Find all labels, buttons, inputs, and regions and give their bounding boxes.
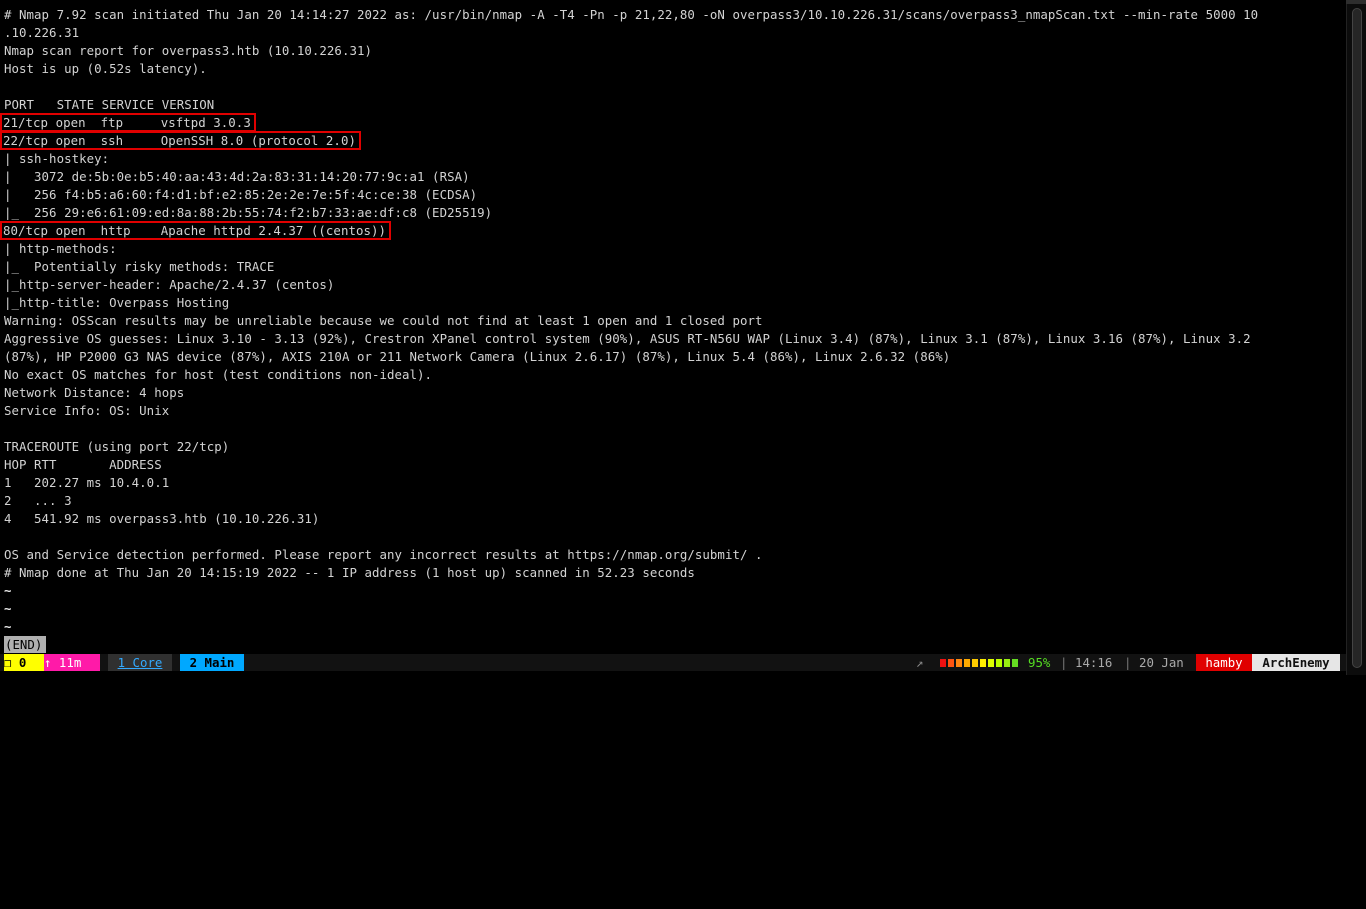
empty-buffer-line: ~ bbox=[4, 600, 1344, 618]
line-text: Nmap scan report for overpass3.htb (10.1… bbox=[4, 43, 372, 58]
battery-cell bbox=[972, 659, 978, 667]
date: 20 Jan bbox=[1139, 655, 1184, 670]
line-text: 2 ... 3 bbox=[4, 493, 72, 508]
tmux-status-bar: ❒ 0 ↑ 11m 1 Core 2 Main ↗ 95% | 14:16 | … bbox=[0, 654, 1346, 671]
output-line: # Nmap 7.92 scan initiated Thu Jan 20 14… bbox=[4, 6, 1344, 24]
output-line: |_http-server-header: Apache/2.4.37 (cen… bbox=[4, 276, 1344, 294]
line-text: | ssh-hostkey: bbox=[4, 151, 117, 166]
tilde-marker: ~ bbox=[4, 583, 12, 598]
output-line: 4 541.92 ms overpass3.htb (10.10.226.31) bbox=[4, 510, 1344, 528]
output-line: |_ Potentially risky methods: TRACE bbox=[4, 258, 1344, 276]
separator: | bbox=[1124, 655, 1132, 670]
line-text: Aggressive OS guesses: Linux 3.10 - 3.13… bbox=[4, 331, 1251, 346]
battery-cell bbox=[1004, 659, 1010, 667]
output-line: 21/tcp open ftp vsftpd 3.0.3 bbox=[0, 113, 1344, 132]
line-text: Warning: OSScan results may be unreliabl… bbox=[4, 313, 763, 328]
output-line: Network Distance: 4 hops bbox=[4, 384, 1344, 402]
battery-cell bbox=[1012, 659, 1018, 667]
empty-buffer-line: ~ bbox=[4, 618, 1344, 636]
window-icon: ❒ 0 bbox=[4, 655, 27, 670]
tab-window-2-main[interactable]: 2 Main bbox=[180, 654, 244, 671]
battery-cell bbox=[988, 659, 994, 667]
output-line: |_ 256 29:e6:61:09:ed:8a:88:2b:55:74:f2:… bbox=[4, 204, 1344, 222]
output-line: Nmap scan report for overpass3.htb (10.1… bbox=[4, 42, 1344, 60]
output-line: .10.226.31 bbox=[4, 24, 1344, 42]
line-text: Host is up (0.52s latency). bbox=[4, 61, 207, 76]
output-line: 2 ... 3 bbox=[4, 492, 1344, 510]
output-line: Aggressive OS guesses: Linux 3.10 - 3.13… bbox=[4, 330, 1344, 348]
battery-cell bbox=[940, 659, 946, 667]
battery-cell bbox=[996, 659, 1002, 667]
hostname-badge: hamby bbox=[1196, 654, 1252, 671]
battery-cell bbox=[948, 659, 954, 667]
line-text: PORT STATE SERVICE VERSION bbox=[4, 97, 215, 112]
separator: | bbox=[1060, 655, 1068, 670]
session-index-badge: ❒ 0 bbox=[4, 654, 44, 671]
line-text: HOP RTT ADDRESS bbox=[4, 457, 162, 472]
output-line: No exact OS matches for host (test condi… bbox=[4, 366, 1344, 384]
scrollbar-thumb[interactable] bbox=[1352, 8, 1362, 668]
output-line: HOP RTT ADDRESS bbox=[4, 456, 1344, 474]
tilde-marker: ~ bbox=[4, 619, 12, 634]
output-line: |_http-title: Overpass Hosting bbox=[4, 294, 1344, 312]
uptime-badge: ↑ 11m bbox=[44, 654, 100, 671]
line-text: TRACEROUTE (using port 22/tcp) bbox=[4, 439, 230, 454]
battery-cell bbox=[980, 659, 986, 667]
highlighted-open-port: 21/tcp open ftp vsftpd 3.0.3 bbox=[0, 113, 256, 132]
line-text: Service Info: OS: Unix bbox=[4, 403, 170, 418]
tilde-marker: ~ bbox=[4, 601, 12, 616]
tab-window-1-core[interactable]: 1 Core bbox=[108, 654, 172, 671]
empty-buffer-line: ~ bbox=[4, 582, 1344, 600]
line-text: No exact OS matches for host (test condi… bbox=[4, 367, 433, 382]
line-text: Network Distance: 4 hops bbox=[4, 385, 185, 400]
battery-percent: 95% bbox=[1028, 655, 1051, 670]
highlighted-open-port: 80/tcp open http Apache httpd 2.4.37 ((c… bbox=[0, 221, 391, 240]
line-text: | 256 f4:b5:a6:60:f4:d1:bf:e2:85:2e:2e:7… bbox=[4, 187, 478, 202]
line-text: .10.226.31 bbox=[4, 25, 80, 40]
output-line: 80/tcp open http Apache httpd 2.4.37 ((c… bbox=[0, 221, 1344, 240]
line-text: # Nmap done at Thu Jan 20 14:15:19 2022 … bbox=[4, 565, 695, 580]
scrollbar[interactable] bbox=[1346, 4, 1366, 675]
line-text: |_ 256 29:e6:61:09:ed:8a:88:2b:55:74:f2:… bbox=[4, 205, 493, 220]
output-line: TRACEROUTE (using port 22/tcp) bbox=[4, 438, 1344, 456]
pager-end-indicator: (END) bbox=[4, 636, 47, 653]
line-text: 1 202.27 ms 10.4.0.1 bbox=[4, 475, 170, 490]
line-text: # Nmap 7.92 scan initiated Thu Jan 20 14… bbox=[4, 7, 1259, 22]
line-text: OS and Service detection performed. Plea… bbox=[4, 547, 763, 562]
output-line: | 256 f4:b5:a6:60:f4:d1:bf:e2:85:2e:2e:7… bbox=[4, 186, 1344, 204]
output-line: Host is up (0.52s latency). bbox=[4, 60, 1344, 78]
line-text: |_http-server-header: Apache/2.4.37 (cen… bbox=[4, 277, 335, 292]
terminal-window[interactable]: # Nmap 7.92 scan initiated Thu Jan 20 14… bbox=[0, 0, 1346, 675]
session-name-badge: ArchEnemy bbox=[1252, 654, 1340, 671]
highlighted-open-port: 22/tcp open ssh OpenSSH 8.0 (protocol 2.… bbox=[0, 131, 361, 150]
output-line: PORT STATE SERVICE VERSION bbox=[4, 96, 1344, 114]
line-text: |_http-title: Overpass Hosting bbox=[4, 295, 230, 310]
battery-meter bbox=[940, 659, 1018, 667]
battery-cell bbox=[964, 659, 970, 667]
output-line: 22/tcp open ssh OpenSSH 8.0 (protocol 2.… bbox=[0, 131, 1344, 150]
output-line: Warning: OSScan results may be unreliabl… bbox=[4, 312, 1344, 330]
output-line: (87%), HP P2000 G3 NAS device (87%), AXI… bbox=[4, 348, 1344, 366]
output-line: | 3072 de:5b:0e:b5:40:aa:43:4d:2a:83:31:… bbox=[4, 168, 1344, 186]
clock: 14:16 bbox=[1075, 655, 1113, 670]
output-line: | http-methods: bbox=[4, 240, 1344, 258]
line-text: | 3072 de:5b:0e:b5:40:aa:43:4d:2a:83:31:… bbox=[4, 169, 470, 184]
line-text: |_ Potentially risky methods: TRACE bbox=[4, 259, 275, 274]
arrow-icon: ↗ bbox=[916, 655, 924, 670]
output-line: 1 202.27 ms 10.4.0.1 bbox=[4, 474, 1344, 492]
line-text: 4 541.92 ms overpass3.htb (10.10.226.31) bbox=[4, 511, 320, 526]
battery-cell bbox=[956, 659, 962, 667]
output-line: Service Info: OS: Unix bbox=[4, 402, 1344, 420]
line-text: | http-methods: bbox=[4, 241, 125, 256]
output-line: # Nmap done at Thu Jan 20 14:15:19 2022 … bbox=[4, 564, 1344, 582]
output-line: OS and Service detection performed. Plea… bbox=[4, 546, 1344, 564]
line-text: (87%), HP P2000 G3 NAS device (87%), AXI… bbox=[4, 349, 951, 364]
pager-output: # Nmap 7.92 scan initiated Thu Jan 20 14… bbox=[0, 6, 1344, 636]
output-line: | ssh-hostkey: bbox=[4, 150, 1344, 168]
